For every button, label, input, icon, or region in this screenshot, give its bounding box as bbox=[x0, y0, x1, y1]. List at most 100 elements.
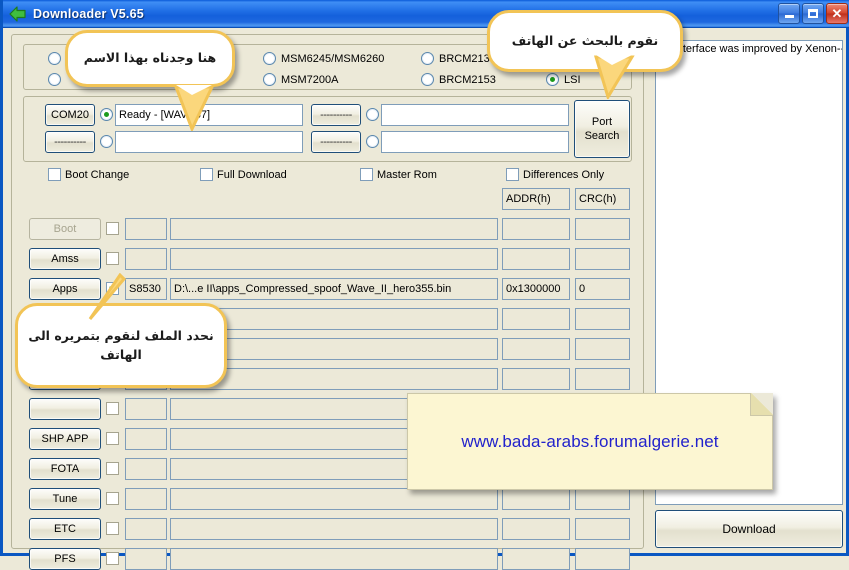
row-checkbox-7[interactable] bbox=[106, 432, 119, 445]
row-crc-9[interactable] bbox=[575, 488, 630, 510]
callout-bubble-2: نقوم بالبحث عن الهاتف bbox=[487, 10, 683, 99]
callout-tail-2 bbox=[593, 55, 635, 99]
row-tag-0[interactable] bbox=[125, 218, 167, 240]
row-button-label: PFS bbox=[54, 553, 76, 565]
checkbox-boot-change[interactable] bbox=[48, 168, 61, 181]
port-search-label-line1: Port bbox=[591, 115, 613, 128]
row-tag-9[interactable] bbox=[125, 488, 167, 510]
row-button-etc[interactable]: ETC bbox=[29, 518, 101, 540]
row-addr-11[interactable] bbox=[502, 548, 570, 570]
radio-selected-dot bbox=[550, 77, 555, 82]
port-button-1[interactable]: ---------- bbox=[45, 131, 95, 153]
callout-bubble-1: هنا وجدناه بهذا الاسم bbox=[65, 30, 235, 131]
chipset-radio-0[interactable] bbox=[48, 52, 61, 65]
row-checkbox-11[interactable] bbox=[106, 552, 119, 565]
callout-bubble-3: نحدد الملف لنقوم بتمريره الى الهاتف bbox=[15, 273, 227, 388]
port-button-3[interactable]: ---------- bbox=[311, 131, 361, 153]
row-tag-7[interactable] bbox=[125, 428, 167, 450]
row-addr-0[interactable] bbox=[502, 218, 570, 240]
chipset-radio-lsi[interactable] bbox=[546, 73, 559, 86]
row-button-tune[interactable]: Tune bbox=[29, 488, 101, 510]
row-path-text: D:\...e II\apps_Compressed_spoof_Wave_II… bbox=[174, 283, 452, 295]
close-button[interactable]: ✕ bbox=[826, 3, 848, 24]
port-radio-1[interactable] bbox=[100, 135, 113, 148]
row-addr-text: 0x1300000 bbox=[506, 283, 561, 295]
maximize-button[interactable] bbox=[802, 3, 824, 24]
row-crc-text: 0 bbox=[579, 283, 586, 295]
row-checkbox-10[interactable] bbox=[106, 522, 119, 535]
row-tag-10[interactable] bbox=[125, 518, 167, 540]
row-checkbox-8[interactable] bbox=[106, 462, 119, 475]
downloader-window: Downloader V5.65 ✕ MSM6245/MSM6260 MSM72… bbox=[0, 0, 849, 570]
row-path-10[interactable] bbox=[170, 518, 498, 540]
minimize-button[interactable] bbox=[778, 3, 800, 24]
label-full-download: Full Download bbox=[217, 169, 287, 181]
label-differences-only: Differences Only bbox=[523, 169, 605, 181]
label-master-rom: Master Rom bbox=[377, 169, 437, 181]
row-addr-5[interactable] bbox=[502, 368, 570, 390]
port-radio-0[interactable] bbox=[100, 108, 113, 121]
row-path-0[interactable] bbox=[170, 218, 498, 240]
row-button-empty-6[interactable] bbox=[29, 398, 101, 420]
row-addr-2[interactable]: 0x1300000 bbox=[502, 278, 570, 300]
row-tag-1[interactable] bbox=[125, 248, 167, 270]
port-button-com20[interactable]: COM20 bbox=[45, 104, 95, 126]
row-addr-3[interactable] bbox=[502, 308, 570, 330]
port-radio-3[interactable] bbox=[366, 135, 379, 148]
checkbox-master-rom[interactable] bbox=[360, 168, 373, 181]
row-button-fota[interactable]: FOTA bbox=[29, 458, 101, 480]
row-button-label: Boot bbox=[53, 223, 77, 235]
row-tag-6[interactable] bbox=[125, 398, 167, 420]
row-path-2[interactable]: D:\...e II\apps_Compressed_spoof_Wave_II… bbox=[170, 278, 498, 300]
row-crc-11[interactable] bbox=[575, 548, 630, 570]
row-checkbox-0[interactable] bbox=[106, 222, 119, 235]
row-tag-11[interactable] bbox=[125, 548, 167, 570]
row-crc-3[interactable] bbox=[575, 308, 630, 330]
row-button-shp-app[interactable]: SHP APP bbox=[29, 428, 101, 450]
chipset-radio-1[interactable] bbox=[48, 73, 61, 86]
chipset-radio-msm7200a[interactable] bbox=[263, 73, 276, 86]
port-button-label-2: ---------- bbox=[320, 109, 352, 121]
port-search-button[interactable]: Port Search bbox=[574, 100, 630, 158]
row-button-pfs[interactable]: PFS bbox=[29, 548, 101, 570]
chipset-label-lsi: LSI bbox=[564, 74, 581, 86]
row-crc-10[interactable] bbox=[575, 518, 630, 540]
checkbox-full-download[interactable] bbox=[200, 168, 213, 181]
row-button-label: Tune bbox=[52, 493, 78, 505]
row-addr-9[interactable] bbox=[502, 488, 570, 510]
row-addr-4[interactable] bbox=[502, 338, 570, 360]
port-search-label-line2: Search bbox=[584, 130, 620, 142]
row-button-label: SHP APP bbox=[41, 433, 89, 445]
row-tag-8[interactable] bbox=[125, 458, 167, 480]
window-title: Downloader V5.65 bbox=[33, 6, 144, 21]
note-fold-corner bbox=[750, 393, 773, 416]
row-addr-10[interactable] bbox=[502, 518, 570, 540]
callout-tail-3 bbox=[88, 273, 127, 320]
row-tag-2[interactable]: S8530 bbox=[125, 278, 167, 300]
port-button-2[interactable]: ---------- bbox=[311, 104, 361, 126]
port-radio-2[interactable] bbox=[366, 108, 379, 121]
row-path-1[interactable] bbox=[170, 248, 498, 270]
title-bar: Downloader V5.65 ✕ bbox=[3, 0, 849, 28]
port-button-label-1: ---------- bbox=[54, 136, 86, 148]
column-header-crc-text: CRC(h) bbox=[579, 193, 617, 205]
row-checkbox-1[interactable] bbox=[106, 252, 119, 265]
row-crc-1[interactable] bbox=[575, 248, 630, 270]
row-checkbox-9[interactable] bbox=[106, 492, 119, 505]
download-button[interactable]: Download bbox=[655, 510, 843, 548]
checkbox-differences-only[interactable] bbox=[506, 168, 519, 181]
row-button-amss[interactable]: Amss bbox=[29, 248, 101, 270]
chipset-radio-brcm2153[interactable] bbox=[421, 73, 434, 86]
chipset-radio-brcm2133[interactable] bbox=[421, 52, 434, 65]
row-crc-4[interactable] bbox=[575, 338, 630, 360]
row-crc-5[interactable] bbox=[575, 368, 630, 390]
row-crc-2[interactable]: 0 bbox=[575, 278, 630, 300]
watermark-url: www.bada-arabs.forumalgerie.net bbox=[461, 431, 719, 451]
row-crc-0[interactable] bbox=[575, 218, 630, 240]
watermark-note: www.bada-arabs.forumalgerie.net bbox=[407, 393, 773, 490]
row-path-11[interactable] bbox=[170, 548, 498, 570]
row-path-9[interactable] bbox=[170, 488, 498, 510]
chipset-radio-msm6245[interactable] bbox=[263, 52, 276, 65]
row-checkbox-6[interactable] bbox=[106, 402, 119, 415]
row-addr-1[interactable] bbox=[502, 248, 570, 270]
